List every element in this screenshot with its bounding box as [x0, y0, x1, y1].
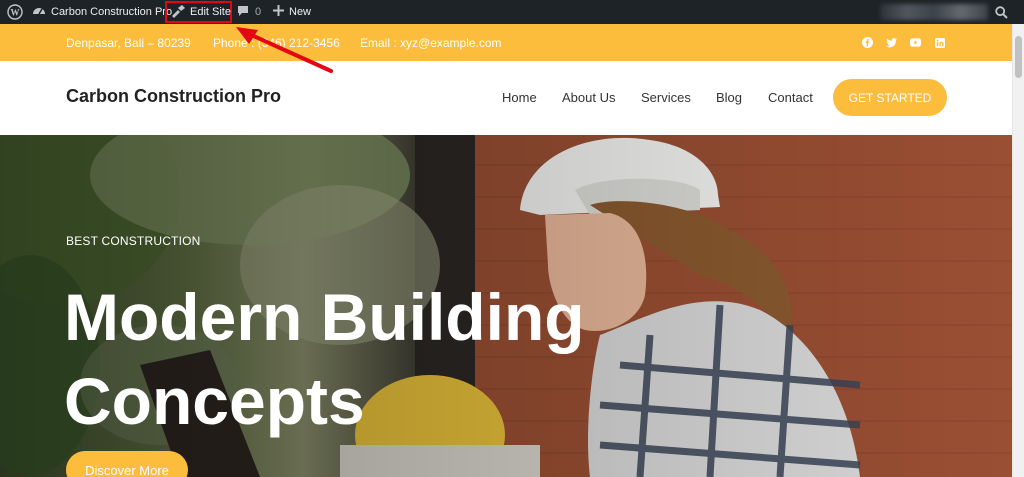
dashboard-icon	[32, 4, 46, 21]
site-header: Carbon Construction Pro Home About Us Se…	[0, 61, 1012, 135]
email-text: Email : xyz@example.com	[360, 35, 502, 50]
scrollbar-thumb[interactable]	[1015, 36, 1022, 78]
admin-comments-link[interactable]: 0	[237, 0, 261, 24]
wordpress-icon[interactable]: W	[6, 0, 24, 24]
linkedin-icon[interactable]	[934, 37, 945, 48]
phone-text: Phone : (346) 212-3456	[213, 35, 340, 50]
admin-site-link[interactable]: Carbon Construction Pro	[32, 0, 172, 24]
site-logo[interactable]: Carbon Construction Pro	[66, 86, 281, 107]
nav-item-services[interactable]: Services	[641, 90, 691, 105]
comment-icon	[237, 5, 249, 20]
hero-headline-line-2: Concepts	[64, 364, 365, 438]
admin-new-link[interactable]: New	[273, 0, 311, 24]
facebook-icon[interactable]	[862, 37, 873, 48]
new-label: New	[289, 6, 312, 18]
youtube-icon[interactable]	[910, 37, 921, 48]
twitter-icon[interactable]	[886, 37, 897, 48]
edit-site-label: Edit Site	[190, 6, 231, 18]
get-started-button[interactable]: GET STARTED	[833, 79, 947, 116]
comments-count: 0	[255, 6, 262, 18]
svg-text:W: W	[11, 8, 20, 18]
admin-bar: W Carbon Construction Pro Edit Site 0 Ne…	[0, 0, 1024, 24]
hero-headline-line-1: Modern Building	[64, 280, 585, 354]
top-info-bar: Denpasar, Bali – 80239 Phone : (346) 212…	[0, 24, 1012, 61]
nav-item-about-us[interactable]: About Us	[562, 90, 615, 105]
page-scrollbar[interactable]	[1012, 24, 1024, 477]
brush-icon	[170, 4, 186, 21]
admin-site-name: Carbon Construction Pro	[51, 6, 173, 18]
discover-more-button[interactable]: Discover More	[66, 451, 188, 477]
nav-item-contact[interactable]: Contact	[768, 90, 813, 105]
edit-site-button[interactable]: Edit Site	[165, 1, 232, 23]
hero-eyebrow: BEST CONSTRUCTION	[66, 234, 201, 248]
hero-headline: Modern Building Concepts	[64, 275, 585, 443]
admin-user-account[interactable]	[880, 4, 988, 20]
social-links	[862, 24, 945, 61]
address-text: Denpasar, Bali – 80239	[66, 35, 191, 50]
nav-item-home[interactable]: Home	[502, 90, 537, 105]
search-icon[interactable]	[994, 0, 1008, 24]
nav-item-blog[interactable]: Blog	[716, 90, 742, 105]
hero-section: BEST CONSTRUCTION Modern Building Concep…	[0, 135, 1012, 477]
plus-icon	[273, 5, 284, 19]
